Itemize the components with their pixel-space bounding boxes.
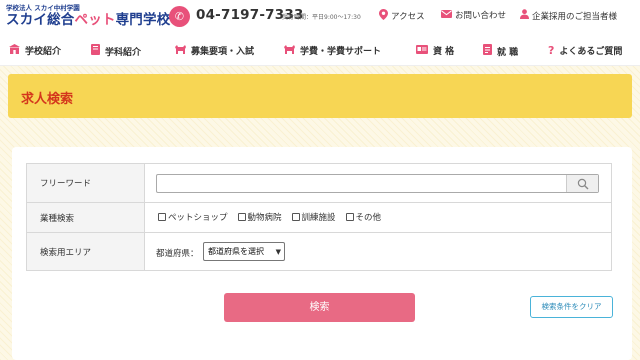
top-header: 学校法人 スカイ中村学園 スカイ総合ペット専門学校 ✆ 04-7197-7333… [0, 0, 640, 36]
logo-title-part1: スカイ総合 [6, 12, 75, 28]
corporate-link-label: 企業採用のご担当者様 [532, 11, 618, 22]
search-button[interactable]: 検索 [224, 293, 415, 322]
map-pin-icon [379, 9, 388, 23]
category-label: 業種検索 [27, 203, 145, 232]
logo-title-part2: ペット [74, 12, 116, 28]
prefecture-select[interactable]: 都道府県を選択 ▼ [203, 242, 285, 261]
checkbox-label: 動物病院 [247, 213, 282, 223]
nav-label-tuition: 学費・学費サポート [300, 47, 382, 57]
dog-icon [283, 44, 295, 57]
contact-link-label: お問い合わせ [455, 11, 507, 21]
nav-item-careers[interactable]: 就 職 [483, 44, 518, 58]
free-word-label: フリーワード [27, 164, 145, 202]
search-form-table: フリーワード 業種検索 ペットショップ 動物病院 訓練施設 その他 検索用エリア… [26, 163, 612, 271]
checkbox-pet-shop[interactable]: ペットショップ [158, 211, 228, 223]
phone-icon: ✆ [169, 6, 190, 27]
checkbox-box[interactable] [345, 213, 354, 221]
clear-conditions-button[interactable]: 検索条件をクリア [530, 296, 613, 318]
nav-label-school: 学校紹介 [25, 47, 62, 57]
school-logo[interactable]: 学校法人 スカイ中村学園 スカイ総合ペット専門学校 [6, 4, 170, 29]
book-icon [91, 44, 100, 58]
nav-item-faq[interactable]: ? よくあるご質問 [548, 44, 622, 57]
checkbox-other[interactable]: その他 [345, 211, 382, 223]
checkbox-label: その他 [355, 213, 382, 223]
free-word-input[interactable] [156, 174, 599, 193]
area-row: 検索用エリア 都道府県： 都道府県を選択 ▼ [27, 233, 611, 270]
nav-item-qualifications[interactable]: 資 格 [416, 44, 454, 57]
nav-item-courses[interactable]: 学科紹介 [91, 44, 141, 58]
question-icon: ? [548, 44, 555, 57]
school-icon [9, 44, 20, 57]
nav-item-school[interactable]: 学校紹介 [9, 44, 61, 57]
nav-label-qualifications: 資 格 [433, 47, 455, 57]
category-row: 業種検索 ペットショップ 動物病院 訓練施設 その他 [27, 203, 611, 233]
checkbox-animal-hospital[interactable]: 動物病院 [237, 211, 282, 223]
page-title: 求人検索 [21, 92, 74, 107]
main-nav: 学校紹介 学科紹介 募集要項・入試 学費・学費サポート 資 格 就 職 ? よく… [0, 36, 640, 66]
nav-label-admission: 募集要項・入試 [191, 47, 255, 57]
nav-label-careers: 就 職 [497, 47, 519, 58]
prefecture-selected-value: 都道府県を選択 [208, 247, 264, 256]
phone-hours: 受付時間：平日9:00〜17:30 [282, 14, 361, 21]
category-checkboxes: ペットショップ 動物病院 訓練施設 その他 [158, 211, 381, 223]
logo-subtitle: 学校法人 スカイ中村学園 [6, 4, 80, 12]
card-icon [416, 44, 428, 57]
checkbox-box[interactable] [158, 213, 166, 221]
checkbox-box[interactable] [291, 213, 300, 221]
page-title-band: 求人検索 [8, 74, 632, 118]
free-word-row: フリーワード [27, 164, 611, 203]
logo-title: スカイ総合ペット専門学校 [6, 12, 170, 29]
chevron-down-icon: ▼ [275, 248, 281, 256]
search-icon[interactable] [566, 175, 598, 192]
checkbox-training-facility[interactable]: 訓練施設 [291, 211, 336, 223]
mail-icon [441, 9, 452, 21]
corporate-link[interactable]: 企業採用のご担当者様 [520, 9, 617, 22]
prefecture-label: 都道府県： [156, 249, 199, 259]
checkbox-label: 訓練施設 [301, 213, 336, 223]
access-link-label: アクセス [391, 12, 425, 22]
nav-item-tuition[interactable]: 学費・学費サポート [283, 44, 381, 57]
checkbox-label: ペットショップ [168, 213, 228, 223]
checkbox-box[interactable] [237, 213, 246, 221]
document-icon [483, 44, 492, 58]
access-link[interactable]: アクセス [379, 9, 425, 23]
logo-title-part3: 専門学校 [115, 12, 171, 28]
contact-link[interactable]: お問い合わせ [441, 9, 506, 21]
area-label: 検索用エリア [27, 233, 145, 270]
nav-label-courses: 学科紹介 [105, 47, 142, 58]
dog-icon [174, 44, 186, 57]
person-icon [520, 9, 529, 22]
nav-label-faq: よくあるご質問 [559, 47, 623, 57]
nav-item-admission[interactable]: 募集要項・入試 [174, 44, 254, 57]
